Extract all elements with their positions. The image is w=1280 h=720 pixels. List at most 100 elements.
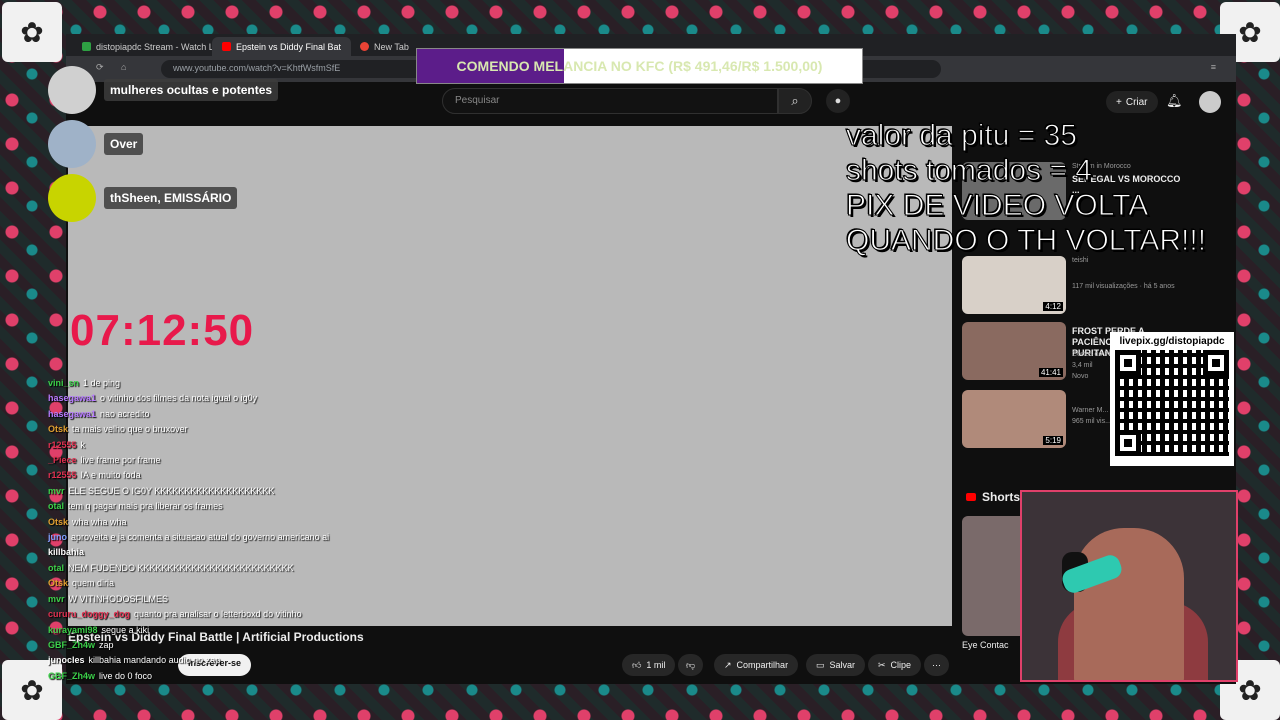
- anime-avatar-top-left: ✿: [2, 2, 62, 62]
- video-thumbnail: 5:19: [962, 390, 1066, 448]
- chat-message: otal tem q pagar mais pra liberar os fram…: [48, 499, 528, 514]
- event-label: thSheen, EMISSÁRIO: [104, 187, 238, 209]
- shorts-icon: [966, 493, 976, 501]
- chat-message: mvr W VITINHODOSFILMES: [48, 592, 528, 607]
- chat-username: otal: [48, 501, 65, 512]
- duration-badge: 4:12: [1043, 302, 1063, 311]
- tab-label: New Tab: [374, 41, 409, 52]
- overlay-line: PIX DE VIDEO VOLTA: [845, 189, 1149, 223]
- share-icon: ↗: [724, 659, 732, 670]
- account-avatar[interactable]: [1199, 91, 1221, 113]
- webcam-overlay: [1020, 490, 1238, 682]
- event-avatar: [48, 174, 96, 222]
- tab-label: Epstein vs Diddy Final Bat: [236, 41, 342, 52]
- chat-message: Otsk ta mais velho que o bruxover: [48, 422, 528, 437]
- thumbs-down-icon: 👎︎: [686, 659, 696, 670]
- tab-label: distopiapdc Stream - Watch L: [96, 41, 214, 52]
- share-button[interactable]: ↗ Compartilhar: [714, 654, 799, 676]
- twitch-icon: [82, 42, 91, 51]
- chat-text: o vitinho dos filmes da nota igual o ig0…: [100, 393, 258, 404]
- tab-youtube-video[interactable]: Epstein vs Diddy Final Bat: [212, 37, 352, 56]
- create-button[interactable]: + Criar: [1106, 91, 1158, 113]
- chat-message: cururu_doggy_dog quanto pra analisar o le…: [48, 607, 528, 622]
- chat-username: Otsk: [48, 578, 69, 589]
- like-count: 1 mil: [646, 660, 666, 670]
- search-icon: ⌕: [791, 93, 799, 108]
- chat-text: nao acredito: [100, 408, 150, 419]
- chat-username: junocles: [48, 655, 85, 666]
- chat-username: r12555: [48, 439, 77, 450]
- stream-event: Over: [48, 120, 144, 168]
- chat-message: mvr ELE SEGUE O IG0Y KKKKKKKKKKKKKKKKKKKK: [48, 484, 528, 499]
- event-label: Over: [104, 133, 144, 155]
- pix-goal-text: COMENDO MELANCIA NO KFC (R$ 491,46/R$ 1.…: [456, 58, 823, 74]
- shorts-label: Shorts: [982, 490, 1021, 504]
- overlay-line: QUANDO O TH VOLTAR!!!: [845, 224, 1207, 258]
- chat-username: GBF_Zh4w: [48, 670, 96, 681]
- chat-text: wha wha wha: [72, 516, 127, 527]
- recommendation-item[interactable]: 4:12 teishi 117 mil visualizações · há 5…: [962, 256, 1232, 314]
- short-caption: Eye Contac: [962, 640, 1009, 650]
- chat-message: vini_sn 1 de ping: [48, 376, 528, 391]
- rec-meta: 117 mil visualizações · há 5 anos: [1072, 283, 1175, 290]
- chat-username: otal: [48, 562, 65, 573]
- short-thumbnail[interactable]: [962, 516, 1028, 636]
- chat-username: _Piece: [48, 455, 77, 466]
- chat-username: Otsk: [48, 424, 69, 435]
- chat-overlay: vini_sn 1 de ping hasegawa1 o vitinho dos f…: [48, 376, 528, 684]
- qr-code: [1115, 350, 1229, 456]
- chat-message: GBF_Zh4w zap: [48, 638, 528, 653]
- notifications-bell-icon[interactable]: 🔔︎: [1166, 93, 1183, 109]
- search-input[interactable]: Pesquisar: [442, 88, 778, 114]
- tab-distopiapdc[interactable]: distopiapdc Stream - Watch L: [72, 37, 224, 56]
- webcam-person: [1074, 528, 1184, 680]
- chat-username: GBF_Zh4w: [48, 639, 96, 650]
- chat-text: k: [80, 439, 86, 450]
- menu-icon[interactable]: ≡: [1211, 62, 1216, 72]
- chat-message: Otsk quem diria: [48, 576, 528, 591]
- scissors-icon: ✂: [878, 659, 886, 670]
- save-button[interactable]: ▭ Salvar: [806, 654, 866, 676]
- video-thumbnail: 4:12: [962, 256, 1066, 314]
- livepix-qr-panel: livepix.gg/distopiapdc: [1110, 332, 1234, 466]
- chrome-icon: [360, 42, 369, 51]
- chat-username: mvr: [48, 485, 65, 496]
- dislike-button[interactable]: 👎︎: [678, 654, 704, 676]
- event-avatar: [48, 66, 96, 114]
- clip-button[interactable]: ✂ Clipe: [868, 654, 922, 676]
- chat-text: zap: [99, 639, 114, 650]
- share-label: Compartilhar: [736, 660, 789, 670]
- mic-button[interactable]: ●: [826, 89, 850, 113]
- thumbs-up-icon: 👍︎: [632, 659, 642, 670]
- chat-text: quanto pra analisar o letterboxd do viti…: [134, 609, 302, 620]
- chat-text: killbahia mandando audio no zap: [88, 655, 221, 666]
- chat-username: hasegawa1: [48, 393, 97, 404]
- overlay-line: valor da pitu = 35: [845, 119, 1077, 153]
- tab-new-tab[interactable]: New Tab: [350, 37, 419, 56]
- chat-text: segue a kiki: [101, 624, 150, 635]
- chat-text: 1 de ping: [83, 378, 121, 388]
- duration-badge: 5:19: [1043, 436, 1063, 445]
- like-button[interactable]: 👍︎ 1 mil: [622, 654, 676, 676]
- chat-message: hasegawa1 o vitinho dos filmes da nota ig…: [48, 391, 528, 406]
- stream-clock: 07:12:50: [70, 306, 255, 355]
- chat-text: ta mais velho que o bruxover: [72, 424, 188, 435]
- more-icon: ⋯: [932, 659, 941, 670]
- chat-message: Otsk wha wha wha: [48, 515, 528, 530]
- chat-message: hasegawa1 nao acredito: [48, 407, 528, 422]
- new-badge: Novo: [1072, 373, 1089, 380]
- overlay-line: shots tomados = 4: [845, 154, 1092, 188]
- chat-message: r12555 IA e muito foda: [48, 468, 528, 483]
- clip-label: Clipe: [890, 660, 912, 670]
- chat-text: live frame por frame: [80, 455, 161, 466]
- video-thumbnail: 41:41: [962, 322, 1066, 380]
- search-button[interactable]: ⌕: [778, 88, 812, 114]
- chat-username: hasegawa1: [48, 408, 97, 419]
- stream-overlay-text: valor da pitu = 35 shots tomados = 4 PIX…: [845, 118, 1207, 258]
- mic-icon: ●: [834, 95, 842, 107]
- pix-goal-banner: COMENDO MELANCIA NO KFC (R$ 491,46/R$ 1.…: [416, 48, 863, 84]
- rec-meta: 3,4 mil: [1072, 362, 1093, 369]
- more-actions-button[interactable]: ⋯: [924, 654, 949, 676]
- chat-text: quem diria: [72, 578, 115, 589]
- search-placeholder: Pesquisar: [455, 95, 500, 106]
